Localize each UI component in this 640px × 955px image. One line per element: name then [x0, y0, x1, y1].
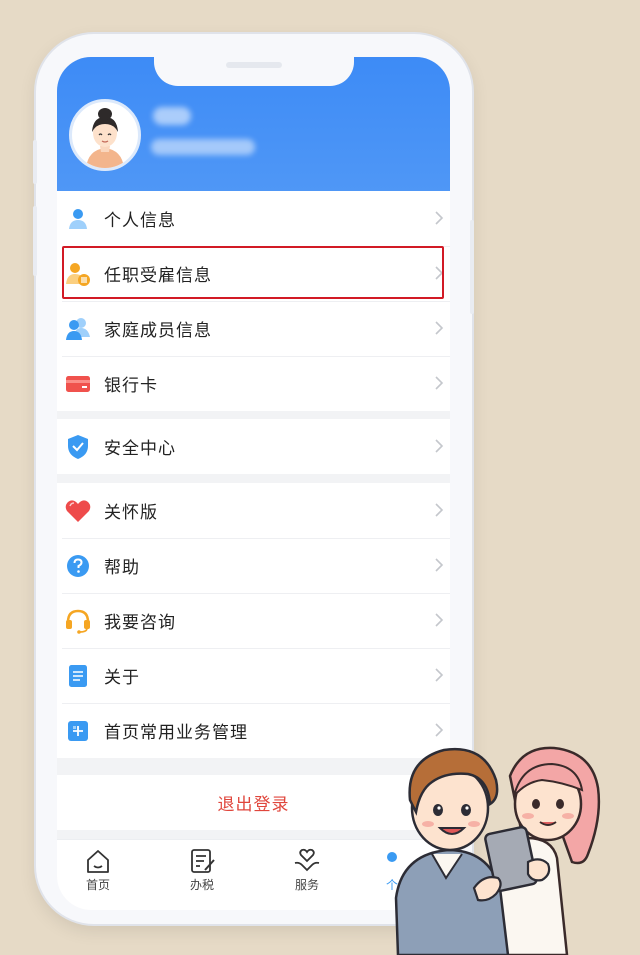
menu-label: 我要咨询 — [104, 613, 176, 633]
chevron-right-icon — [435, 211, 444, 225]
menu-item-personal-info[interactable]: 个人信息 — [57, 191, 450, 246]
chevron-right-icon — [435, 613, 444, 627]
chevron-right-icon — [435, 723, 444, 737]
personal-info-group: 个人信息 任职受雇信息 家庭成员信息 银行卡 — [57, 191, 450, 411]
menu-label: 银行卡 — [104, 376, 158, 396]
menu-label: 个人信息 — [104, 211, 176, 231]
side-button — [33, 206, 37, 276]
menu-label: 家庭成员信息 — [104, 321, 212, 341]
menu-item-consult[interactable]: 我要咨询 — [57, 593, 450, 648]
help-icon — [65, 553, 91, 579]
menu-label: 帮助 — [104, 558, 140, 578]
family-icon — [65, 316, 91, 342]
chevron-right-icon — [435, 376, 444, 390]
plus-icon — [65, 718, 91, 744]
user-phone-blurred — [151, 139, 255, 155]
chevron-right-icon — [435, 503, 444, 517]
heart-icon — [65, 498, 91, 524]
menu-item-security-center[interactable]: 安全中心 — [57, 419, 450, 474]
menu-item-help[interactable]: 帮助 — [57, 538, 450, 593]
tab-tax[interactable]: 办税 — [167, 848, 237, 893]
user-name-blurred — [153, 107, 191, 125]
bank-card-icon — [65, 371, 91, 397]
shield-icon — [65, 434, 91, 460]
menu-item-care-mode[interactable]: 关怀版 — [57, 483, 450, 538]
chevron-right-icon — [435, 668, 444, 682]
couple-illustration — [394, 746, 601, 955]
menu-label: 任职受雇信息 — [104, 266, 212, 286]
security-group: 安全中心 — [57, 419, 450, 474]
menu-label: 关怀版 — [104, 503, 158, 523]
chevron-right-icon — [435, 439, 444, 453]
menu-item-employment-info[interactable]: 任职受雇信息 — [57, 246, 450, 301]
tab-label: 办税 — [189, 878, 214, 892]
misc-group: 关怀版 帮助 我要咨询 关于 首页常用业务管理 — [57, 483, 450, 758]
avatar[interactable] — [69, 99, 141, 171]
chevron-right-icon — [435, 558, 444, 572]
home-icon — [87, 850, 109, 873]
headset-icon — [65, 608, 91, 634]
document-icon — [65, 663, 91, 689]
chevron-right-icon — [435, 266, 444, 280]
menu-item-family-info[interactable]: 家庭成员信息 — [57, 301, 450, 356]
phone-notch — [154, 56, 354, 86]
phone-speaker — [226, 62, 282, 68]
tab-service[interactable]: 服务 — [272, 848, 342, 893]
menu-item-bank-card[interactable]: 银行卡 — [57, 356, 450, 411]
employment-icon — [65, 261, 91, 287]
menu-item-about[interactable]: 关于 — [57, 648, 450, 703]
logout-label: 退出登录 — [217, 795, 290, 815]
service-icon — [294, 848, 320, 872]
side-button — [470, 220, 474, 314]
menu-label: 关于 — [104, 668, 140, 688]
person-icon — [65, 206, 91, 232]
chevron-right-icon — [435, 321, 444, 335]
tab-home[interactable]: 首页 — [63, 848, 133, 893]
tax-form-icon — [191, 849, 215, 873]
tab-label: 服务 — [294, 878, 319, 892]
tab-label: 首页 — [85, 878, 110, 892]
side-button — [33, 140, 37, 184]
menu-label: 安全中心 — [104, 439, 176, 459]
menu-label: 首页常用业务管理 — [104, 723, 248, 743]
